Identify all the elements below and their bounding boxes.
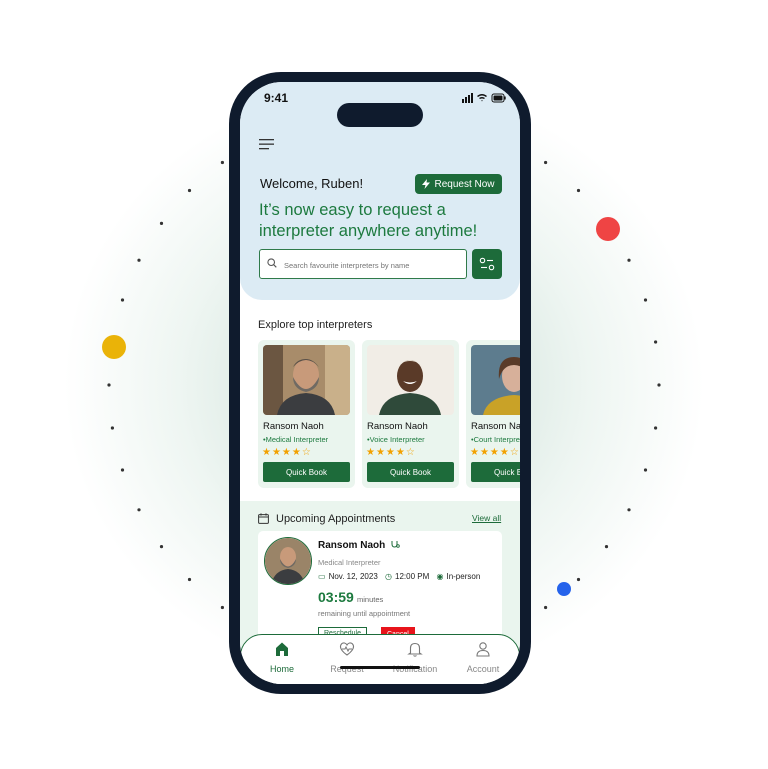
countdown-timer: 03:59 (318, 589, 354, 605)
request-now-label: Request Now (434, 178, 495, 190)
request-now-button[interactable]: Request Now (415, 174, 502, 194)
app-screen: 9:41 Welcome, Ruben! Request Now It’s no… (240, 82, 520, 684)
tab-request[interactable]: Request (317, 641, 377, 674)
orbit-dot (643, 468, 648, 472)
calendar-icon: ▭ (318, 572, 326, 581)
stethoscope-icon (391, 541, 400, 548)
rating-stars: ★★★★☆ (366, 447, 416, 458)
dynamic-island (337, 103, 423, 127)
appointment-date: Nov. 12, 2023 (328, 572, 378, 581)
orbit-dot (643, 298, 648, 302)
interpreter-name: Ransom Naoh (367, 421, 428, 432)
orbit-dot (187, 188, 192, 193)
view-all-link[interactable]: View all (472, 513, 501, 523)
orbit-dot (120, 468, 125, 472)
bottom-tab-bar: Home Request Notification Account (240, 634, 520, 684)
interpreter-role: •Court Interpreter (471, 435, 520, 444)
rating-stars: ★★★★☆ (470, 447, 520, 458)
search-icon (267, 258, 277, 268)
location-icon: ◉ (436, 572, 444, 581)
tab-notification[interactable]: Notification (385, 641, 445, 674)
orbit-dot (576, 577, 581, 582)
interpreter-card[interactable]: Ransom Naoh •Court Interpreter ★★★★☆ Qui… (466, 340, 520, 488)
interpreter-photo (471, 345, 520, 415)
orbit-dot (137, 258, 141, 262)
orbit-dot (657, 383, 661, 387)
rating-stars: ★★★★☆ (262, 447, 312, 458)
appointment-role: Medical Interpreter (318, 558, 381, 567)
orbit-dot (120, 298, 125, 302)
appointment-mode: In-person (446, 572, 481, 581)
hero-headline: It’s now easy to request a interpreter a… (259, 201, 478, 240)
appointment-meta: ▭ Nov. 12, 2023 ◷ 12:00 PM ◉ In-person (318, 572, 485, 581)
menu-icon[interactable] (259, 138, 275, 150)
home-icon (276, 642, 288, 656)
search-input[interactable] (282, 255, 464, 275)
appointments-title: Upcoming Appointments (276, 513, 396, 525)
orbit-dot (107, 383, 111, 387)
orbit-dot (220, 160, 224, 165)
interpreter-card[interactable]: Ransom Naoh •Voice Interpreter ★★★★☆ Qui… (362, 340, 459, 488)
tab-label: Account (466, 664, 500, 674)
welcome-text: Welcome, Ruben! (260, 176, 364, 191)
appointment-time: 12:00 PM (395, 572, 430, 581)
orbit-dot (654, 340, 658, 344)
filter-icon (479, 257, 495, 271)
appointment-name: Ransom Naoh (318, 540, 386, 551)
orbit-dot (654, 426, 658, 430)
interpreter-card[interactable]: Ransom Naoh •Medical Interpreter ★★★★☆ Q… (258, 340, 355, 488)
remaining-text: remaining until appointment (318, 609, 411, 618)
tab-home[interactable]: Home (252, 641, 312, 674)
blue-dot (557, 582, 571, 596)
orbit-dot (604, 545, 609, 549)
lightning-icon (422, 179, 431, 189)
orbit-dot (159, 221, 164, 225)
red-dot (596, 217, 620, 241)
interpreter-photo (367, 345, 454, 415)
orbit-dot (576, 188, 581, 193)
orbit-dot (187, 577, 192, 582)
bell-icon (407, 642, 423, 657)
search-box[interactable] (259, 249, 467, 279)
clock-icon: ◷ (385, 572, 392, 581)
interpreter-role: •Medical Interpreter (263, 435, 329, 444)
tab-account[interactable]: Account (453, 641, 513, 674)
countdown-unit: minutes (357, 595, 384, 604)
tab-label: Home (269, 664, 294, 674)
interpreter-name: Ransom Naoh (263, 421, 324, 432)
calendar-icon (258, 513, 269, 524)
heart-pulse-icon (339, 642, 355, 656)
status-time: 9:41 (264, 91, 289, 105)
quick-book-button[interactable]: Quick Book (367, 462, 454, 482)
interpreter-role: •Voice Interpreter (367, 435, 425, 444)
home-indicator (340, 666, 420, 669)
orbit-dot (544, 160, 548, 165)
quick-book-button[interactable]: Quick Book (471, 462, 520, 482)
filter-button[interactable] (472, 249, 502, 279)
interpreter-carousel[interactable]: Ransom Naoh •Medical Interpreter ★★★★☆ Q… (258, 340, 520, 488)
orbit-dot (137, 508, 141, 512)
orbit-dot (544, 605, 548, 610)
orbit-dot (627, 508, 631, 512)
avatar (264, 537, 312, 585)
orbit-dot (159, 545, 164, 549)
orbit-dot (627, 258, 631, 262)
explore-title: Explore top interpreters (258, 319, 373, 331)
phone-frame: 9:41 Welcome, Ruben! Request Now It’s no… (229, 72, 531, 694)
orbit-dot (110, 426, 114, 430)
quick-book-button[interactable]: Quick Book (263, 462, 350, 482)
interpreter-name: Ransom Naoh (471, 421, 520, 432)
user-icon (476, 642, 490, 657)
interpreter-photo (263, 345, 350, 415)
orbit-dot (220, 605, 224, 610)
status-icons (462, 93, 506, 103)
yellow-dot (102, 335, 126, 359)
